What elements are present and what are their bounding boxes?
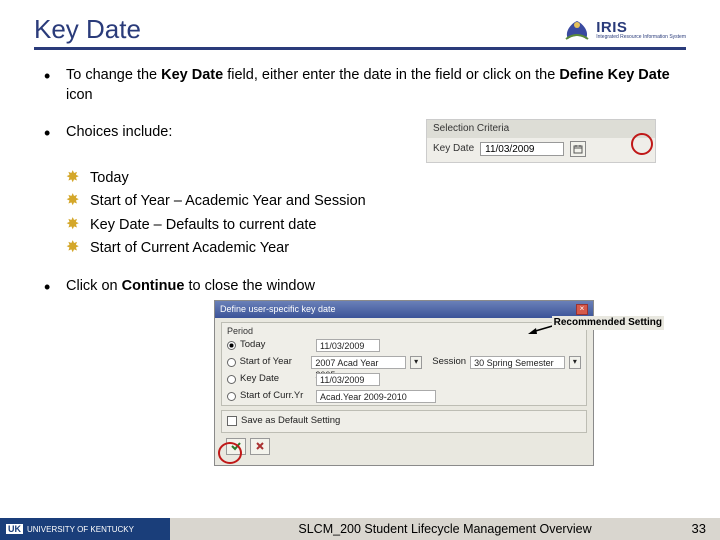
star-icon: ✸ xyxy=(66,193,79,209)
recommended-setting-label: Recommended Setting xyxy=(552,316,664,330)
row-label: Today xyxy=(240,339,312,352)
logo-text: IRIS Integrated Resource Information Sys… xyxy=(596,20,686,40)
b1-text: To change the Key Date field, either ent… xyxy=(66,67,670,103)
logo-sub: Integrated Resource Information System xyxy=(596,35,686,40)
title-underline xyxy=(34,47,686,50)
dialog-row-start-of-year: Start of Year 2007 Acad Year 2005… ▾ Ses… xyxy=(222,354,586,371)
star-icon: ✸ xyxy=(66,217,79,233)
uk-badge: UK UNIVERSITY OF KENTUCKY xyxy=(0,518,170,540)
radio-start-curr-yr[interactable] xyxy=(227,392,236,401)
today-date-input[interactable]: 11/03/2009 xyxy=(316,339,380,352)
bullet-3: Click on Continue to close the window De… xyxy=(34,277,686,466)
radio-key-date[interactable] xyxy=(227,375,236,384)
page-title: Key Date xyxy=(34,14,141,45)
bullet-list: To change the Key Date field, either ent… xyxy=(34,66,686,466)
save-default-label: Save as Default Setting xyxy=(241,415,340,428)
iris-icon xyxy=(562,17,592,43)
row-label: Key Date xyxy=(240,373,312,386)
sc-row: Key Date 11/03/2009 xyxy=(427,138,655,162)
row-label: Start of Curr.Yr xyxy=(240,390,312,403)
acad-year-input[interactable]: 2007 Acad Year 2005… xyxy=(311,356,406,369)
session-label: Session xyxy=(432,356,466,369)
dialog-wrapper: Define user-specific key date × Period T… xyxy=(214,300,686,465)
dialog-outer: Define user-specific key date × Period T… xyxy=(214,300,686,465)
dialog-footer xyxy=(221,433,587,459)
slide: Key Date IRIS Integrated Resource Inform… xyxy=(0,0,720,540)
title-row: Key Date IRIS Integrated Resource Inform… xyxy=(34,14,686,45)
uk-name: UNIVERSITY OF KENTUCKY xyxy=(27,525,134,534)
iris-logo: IRIS Integrated Resource Information Sys… xyxy=(562,17,686,43)
highlight-circle-icon xyxy=(218,442,242,464)
save-default-checkbox[interactable] xyxy=(227,416,237,426)
dialog-row-key-date: Key Date 11/03/2009 xyxy=(222,371,586,388)
radio-today[interactable] xyxy=(227,341,236,350)
cancel-button[interactable] xyxy=(250,438,270,455)
dialog-title: Define user-specific key date xyxy=(220,303,336,315)
dialog-row-start-curr-yr: Start of Curr.Yr Acad.Year 2009-2010 xyxy=(222,388,586,405)
dialog-row-today: Today 11/03/2009 xyxy=(222,337,586,354)
sc-header: Selection Criteria xyxy=(427,120,655,138)
choice-item: ✸Start of Year – Academic Year and Sessi… xyxy=(66,192,686,212)
selection-criteria-wrap: Selection Criteria Key Date 11/03/2009 xyxy=(426,119,656,163)
dialog-body: Period Today 11/03/2009 Start of Year xyxy=(215,318,593,465)
dialog-titlebar: Define user-specific key date × xyxy=(215,301,593,317)
choice-item: ✸Key Date – Defaults to current date xyxy=(66,216,686,236)
dropdown-button[interactable]: ▾ xyxy=(569,356,581,369)
footer: UK UNIVERSITY OF KENTUCKY SLCM_200 Stude… xyxy=(0,518,720,540)
star-icon: ✸ xyxy=(66,240,79,256)
logo-name: IRIS xyxy=(596,20,686,35)
radio-start-of-year[interactable] xyxy=(227,358,236,367)
session-input[interactable]: 30 Spring Semester xyxy=(470,356,565,369)
content: To change the Key Date field, either ent… xyxy=(34,66,686,466)
highlight-circle-icon xyxy=(631,133,653,155)
choices-row: Choices include: Selection Criteria Key … xyxy=(66,123,686,163)
uk-mark: UK xyxy=(6,524,23,534)
curr-year-input[interactable]: Acad.Year 2009-2010 xyxy=(316,390,436,403)
footer-title: SLCM_200 Student Lifecycle Management Ov… xyxy=(170,518,720,540)
sc-label: Key Date xyxy=(433,142,474,156)
page-number: 33 xyxy=(692,521,706,536)
define-key-date-button[interactable] xyxy=(570,141,586,157)
x-icon xyxy=(254,440,266,452)
calendar-icon xyxy=(573,144,583,154)
bullet-1: To change the Key Date field, either ent… xyxy=(34,66,686,105)
choices-label: Choices include: xyxy=(66,123,196,143)
dropdown-button[interactable]: ▾ xyxy=(410,356,422,369)
key-date-input-dlg[interactable]: 11/03/2009 xyxy=(316,373,380,386)
key-date-input[interactable]: 11/03/2009 xyxy=(480,142,564,156)
b3-text: Click on Continue to close the window xyxy=(66,278,315,294)
bullet-2: Choices include: Selection Criteria Key … xyxy=(34,123,686,259)
choice-item: ✸Start of Current Academic Year xyxy=(66,239,686,259)
dialog-save-row: Save as Default Setting xyxy=(221,410,587,433)
row-label: Start of Year xyxy=(240,356,308,369)
choice-item: ✸Today xyxy=(66,169,686,189)
selection-criteria-box: Selection Criteria Key Date 11/03/2009 xyxy=(426,119,656,163)
dialog-close-button[interactable]: × xyxy=(576,304,588,315)
star-icon: ✸ xyxy=(66,170,79,186)
choices-list: ✸Today ✸Start of Year – Academic Year an… xyxy=(66,169,686,259)
